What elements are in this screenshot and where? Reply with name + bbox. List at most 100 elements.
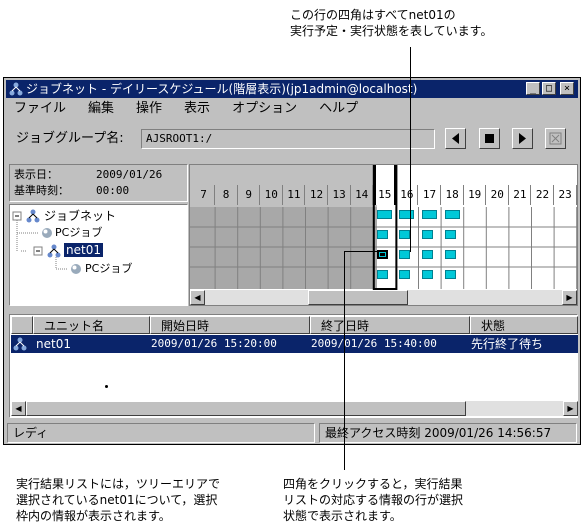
schedule-square[interactable]: [422, 230, 433, 239]
jobgroup-label: ジョブグループ名:: [16, 131, 124, 146]
hour-header-19: 19: [464, 185, 487, 205]
jobnet-icon: [26, 209, 40, 223]
scroll-right-icon[interactable]: ▶: [563, 401, 578, 416]
hour-header-16: 16: [396, 185, 419, 205]
callout-bottom-left-leader: [105, 385, 108, 388]
previous-button[interactable]: [445, 128, 466, 149]
status-last-access: 最終アクセス時刻 2009/01/26 14:56:57: [319, 423, 577, 443]
schedule-square[interactable]: [376, 230, 388, 239]
triangle-left-icon: [452, 133, 459, 144]
maximize-button[interactable]: □: [542, 82, 556, 95]
scroll-right-icon[interactable]: ▶: [562, 290, 577, 305]
hour-header-12: 12: [306, 185, 328, 205]
tree-net01-selected[interactable]: net01: [63, 242, 104, 258]
window-title: ジョブネット - デイリースケジュール(階層表示)(jp1admin@local…: [26, 82, 418, 96]
callout-bottom-right-leader-v: [344, 251, 345, 470]
schedule-square[interactable]: [444, 270, 456, 279]
tree-pcjob-1[interactable]: PCジョブ: [55, 226, 102, 240]
hour-header-7: 7: [193, 185, 215, 205]
hour-header-18: 18: [442, 185, 464, 205]
display-date-label: 表示日：: [14, 168, 58, 181]
menu-file[interactable]: ファイル: [6, 101, 66, 116]
status-left: レディ: [7, 423, 315, 443]
schedule-square[interactable]: [399, 250, 411, 259]
callout-bottom-left: 実行結果リストには，ツリーエリアで 選択されているnet01について，選択 枠内…: [16, 477, 221, 523]
base-time-label: 基準時刻：: [14, 184, 69, 197]
schedule-square[interactable]: [399, 230, 411, 239]
row-unit-name: net01: [36, 337, 71, 351]
jobnet-app-icon: [9, 82, 23, 96]
scroll-left-icon[interactable]: ◀: [11, 401, 26, 416]
jobnet-icon: [47, 244, 61, 258]
list-hscrollbar[interactable]: ◀ ▶: [11, 401, 578, 416]
column-header-end[interactable]: 終了日時: [310, 316, 470, 334]
schedule-square[interactable]: [422, 270, 433, 279]
scroll-thumb[interactable]: [308, 290, 408, 305]
menu-help[interactable]: ヘルプ: [311, 101, 358, 116]
minimize-button[interactable]: _: [526, 82, 540, 95]
title-bar: ジョブネット - デイリースケジュール(階層表示)(jp1admin@local…: [6, 80, 578, 98]
jobnet-window: ジョブネット - デイリースケジュール(階層表示)(jp1admin@local…: [3, 77, 581, 445]
callout-top: この行の四角はすべてnet01の 実行予定・実行状態を表しています。: [290, 8, 493, 38]
table-row[interactable]: net01 2009/01/26 15:20:00 2009/01/26 15:…: [11, 335, 578, 353]
row-start: 2009/01/26 15:20:00: [151, 337, 277, 350]
hour-header-23: 23: [555, 185, 577, 205]
schedule-square[interactable]: [444, 210, 460, 219]
schedule-grid[interactable]: 7 8 9 10 11 12 13 14 15 16 17 18 19 20 21 22 23 ◀ ▶: [189, 164, 578, 306]
result-list: ユニット名 開始日時 終了日時 状態 net01 2009/01/26 15:2…: [9, 314, 578, 418]
schedule-square[interactable]: [422, 250, 433, 259]
menu-view[interactable]: 表示: [176, 101, 210, 116]
schedule-square[interactable]: [376, 270, 388, 279]
menu-options[interactable]: オプション: [224, 101, 297, 116]
row-end: 2009/01/26 15:40:00: [311, 337, 437, 350]
callout-bottom-right: 四角をクリックすると，実行結果 リストの対応する情報の行が選択 状態で表示されま…: [283, 477, 464, 523]
hour-header-15: 15: [373, 165, 396, 205]
next-button[interactable]: [512, 128, 533, 149]
scroll-left-icon[interactable]: ◀: [190, 290, 205, 305]
hour-header-20: 20: [487, 185, 509, 205]
column-header-icon[interactable]: [11, 316, 33, 334]
jobnet-icon: [13, 337, 27, 351]
schedule-square[interactable]: [444, 250, 456, 259]
menu-bar: ファイル 編集 操作 表示 オプション ヘルプ: [6, 99, 372, 119]
triangle-right-icon: [519, 133, 526, 144]
tree-root-label[interactable]: ジョブネット: [44, 209, 116, 223]
hour-header-11: 11: [283, 185, 306, 205]
row-status: 先行終了待ち: [471, 337, 544, 351]
schedule-square[interactable]: [376, 210, 392, 219]
pc-job-icon: [42, 228, 52, 238]
close-view-icon: [549, 132, 562, 145]
menu-edit[interactable]: 編集: [80, 101, 114, 116]
pc-job-icon: [71, 264, 81, 274]
hour-header-14: 14: [351, 185, 374, 205]
schedule-square[interactable]: [444, 230, 456, 239]
tree-pcjob-2[interactable]: PCジョブ: [85, 262, 132, 276]
jobgroup-field[interactable]: AJSROOT1:/: [141, 129, 435, 149]
hour-header-9: 9: [238, 185, 261, 205]
hour-header-8: 8: [216, 185, 238, 205]
stop-button[interactable]: [479, 128, 500, 149]
square-stop-icon: [485, 134, 494, 143]
hour-header-17: 17: [419, 185, 441, 205]
hour-header-22: 22: [532, 185, 554, 205]
hour-header-21: 21: [509, 185, 532, 205]
hour-header-13: 13: [329, 185, 351, 205]
schedule-square[interactable]: [422, 210, 437, 219]
display-date-value: 2009/01/26: [96, 168, 163, 181]
schedule-square[interactable]: [399, 210, 415, 219]
column-header-start[interactable]: 開始日時: [150, 316, 310, 334]
column-header-status[interactable]: 状態: [470, 316, 578, 334]
menu-operation[interactable]: 操作: [128, 101, 162, 116]
grid-hscrollbar[interactable]: ◀ ▶: [190, 290, 577, 305]
close-button[interactable]: ×: [560, 82, 574, 95]
schedule-square[interactable]: [399, 270, 411, 279]
hour-header-10: 10: [261, 185, 283, 205]
callout-top-leader: [410, 47, 411, 252]
base-time-value: 00:00: [96, 184, 130, 197]
tree-area: ジョブネット PCジョブ net01 PCジョブ: [9, 204, 188, 306]
column-header-unit[interactable]: ユニット名: [33, 316, 150, 334]
close-view-button[interactable]: [545, 128, 566, 149]
date-info-box: 表示日： 2009/01/26 基準時刻： 00:00: [9, 164, 188, 202]
scroll-thumb[interactable]: [26, 401, 466, 416]
callout-bottom-right-leader-h: [344, 251, 383, 252]
